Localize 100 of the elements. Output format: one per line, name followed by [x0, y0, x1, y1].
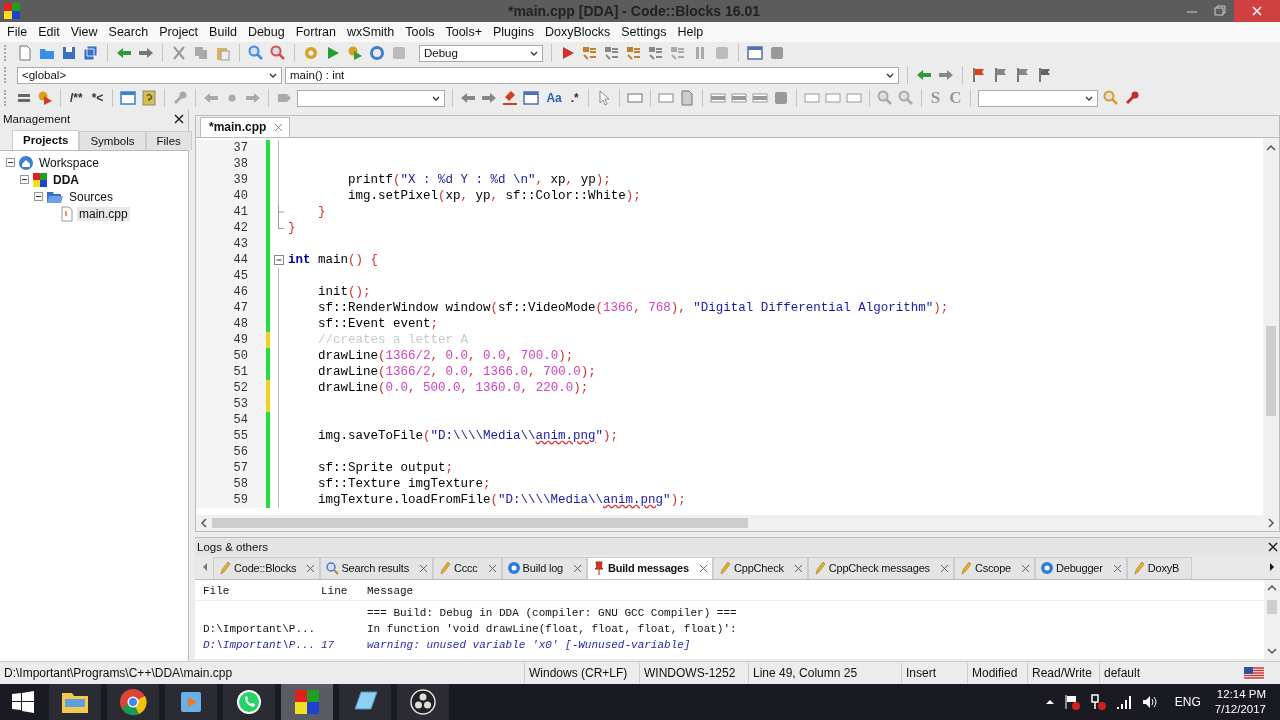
- right-bar-icon[interactable]: [245, 90, 262, 106]
- scroll-thumb[interactable]: [1267, 600, 1277, 614]
- gear-icon[interactable]: [303, 45, 319, 61]
- menu-item[interactable]: wxSmith: [342, 25, 401, 39]
- scroll-thumb[interactable]: [1266, 326, 1276, 416]
- scope-dropdown[interactable]: <global>: [17, 66, 282, 84]
- taskbar-button[interactable]: [49, 684, 101, 720]
- run-icon[interactable]: [325, 45, 341, 61]
- log-tab[interactable]: Search results: [320, 557, 433, 579]
- regex-button[interactable]: .*: [568, 91, 581, 105]
- file-tab[interactable]: *main.cpp: [200, 117, 291, 137]
- collapse-icon[interactable]: [34, 192, 43, 201]
- menu-item[interactable]: DoxyBlocks: [539, 25, 617, 39]
- log-tab[interactable]: DoxyB: [1126, 557, 1193, 579]
- menu-item[interactable]: Edit: [33, 25, 66, 39]
- column-header[interactable]: Line: [321, 585, 367, 597]
- menu-item[interactable]: Plugins: [487, 25, 540, 39]
- zoom-in-icon[interactable]: [876, 90, 893, 106]
- wrench-icon[interactable]: [1124, 90, 1141, 106]
- page-icon[interactable]: [678, 90, 695, 106]
- doc-comment-button[interactable]: /**: [68, 91, 85, 105]
- search-dropdown[interactable]: [297, 89, 446, 107]
- build-run-icon[interactable]: [347, 45, 363, 61]
- scroll-up-icon[interactable]: [1266, 144, 1276, 152]
- clock-date[interactable]: 7/12/2017: [1214, 702, 1266, 717]
- left-bar-icon[interactable]: [203, 90, 220, 106]
- log-tab[interactable]: Build messages: [587, 557, 713, 579]
- network-icon[interactable]: [1088, 693, 1107, 711]
- cut-icon[interactable]: [171, 45, 187, 61]
- function-dropdown[interactable]: main() : int: [285, 66, 899, 84]
- split-icon[interactable]: [523, 90, 540, 106]
- scroll-left-icon[interactable]: [200, 518, 208, 528]
- scroll-right-icon[interactable]: [1268, 562, 1276, 572]
- close-icon[interactable]: [1268, 541, 1278, 552]
- scroll-down-icon[interactable]: [1267, 647, 1277, 655]
- redo-icon[interactable]: [138, 45, 154, 61]
- menu-item[interactable]: Debug: [242, 25, 291, 39]
- highlighter-icon[interactable]: [502, 90, 519, 106]
- menu-item[interactable]: View: [65, 25, 104, 39]
- new-file-icon[interactable]: [17, 45, 33, 61]
- flag-remove-icon[interactable]: [1037, 67, 1053, 83]
- menu-item[interactable]: File: [2, 25, 34, 39]
- tree-item[interactable]: Workspace: [37, 155, 101, 170]
- taskbar-button[interactable]: [397, 684, 449, 720]
- find-icon[interactable]: [1103, 90, 1120, 106]
- paste-icon[interactable]: [215, 45, 231, 61]
- doc-comment-button[interactable]: *<: [89, 91, 106, 105]
- log-tab[interactable]: Build log: [501, 557, 587, 579]
- replace-icon[interactable]: [270, 45, 286, 61]
- flag-icon[interactable]: [1062, 693, 1081, 711]
- menu-item[interactable]: Fortran: [290, 25, 343, 39]
- back-arrow-icon[interactable]: [916, 67, 932, 83]
- forward-arrow-icon[interactable]: [938, 67, 954, 83]
- taskbar-button[interactable]: [339, 684, 391, 720]
- taskbar-button[interactable]: [223, 684, 275, 720]
- scroll-up-icon[interactable]: [1267, 584, 1277, 592]
- copy-icon[interactable]: [193, 45, 209, 61]
- log-tab[interactable]: Cccc: [432, 557, 502, 579]
- menu-item[interactable]: Search: [103, 25, 155, 39]
- search-icon[interactable]: [248, 45, 264, 61]
- debug-run-icon[interactable]: [560, 45, 576, 61]
- window-icon[interactable]: [120, 90, 137, 106]
- fold-toggle-icon[interactable]: [274, 255, 284, 265]
- column-header[interactable]: Message: [367, 585, 1264, 597]
- menu-item[interactable]: Help: [672, 25, 710, 39]
- panel-tab[interactable]: Files: [145, 131, 192, 150]
- menu-item[interactable]: Build: [204, 25, 243, 39]
- help-icon[interactable]: [141, 90, 158, 106]
- show-hidden-icon[interactable]: [1044, 698, 1055, 706]
- match-case-button[interactable]: Aa: [544, 91, 564, 105]
- panel-tab[interactable]: Projects: [12, 130, 80, 150]
- log-tab[interactable]: Code::Blocks: [213, 557, 321, 579]
- scroll-thumb[interactable]: [212, 518, 748, 528]
- save-all-icon[interactable]: [83, 45, 99, 61]
- window-icon[interactable]: [747, 45, 763, 61]
- build-target-dropdown[interactable]: Debug: [419, 44, 543, 62]
- right-arrow-icon[interactable]: [481, 90, 498, 106]
- log-tab[interactable]: CppCheck: [712, 557, 808, 579]
- horizontal-scrollbar[interactable]: [196, 515, 1279, 531]
- clock-time[interactable]: 12:14 PM: [1216, 687, 1266, 702]
- tree-item[interactable]: Sources: [67, 189, 116, 204]
- text-dropdown[interactable]: [978, 89, 1099, 107]
- save-icon[interactable]: [61, 45, 77, 61]
- left-arrow-icon[interactable]: [460, 90, 477, 106]
- panel-tab[interactable]: Symbols: [79, 131, 146, 150]
- log-tab[interactable]: Debugger: [1035, 557, 1127, 579]
- rebuild-icon[interactable]: [369, 45, 385, 61]
- taskbar-button[interactable]: [165, 684, 217, 720]
- vertical-scrollbar[interactable]: [1263, 138, 1279, 515]
- vertical-scrollbar[interactable]: [1264, 580, 1280, 659]
- column-header[interactable]: File: [203, 585, 321, 597]
- tree-item[interactable]: main.cpp: [77, 206, 130, 221]
- collapse-icon[interactable]: [6, 158, 15, 167]
- scroll-left-icon[interactable]: [201, 562, 209, 572]
- log-tab[interactable]: CppCheck messages: [807, 557, 954, 579]
- rectangle-icon[interactable]: [626, 90, 643, 106]
- windows-start-icon[interactable]: [12, 691, 34, 713]
- zoom-out-icon[interactable]: [897, 90, 914, 106]
- close-icon[interactable]: [174, 114, 184, 124]
- close-button[interactable]: [1234, 0, 1280, 22]
